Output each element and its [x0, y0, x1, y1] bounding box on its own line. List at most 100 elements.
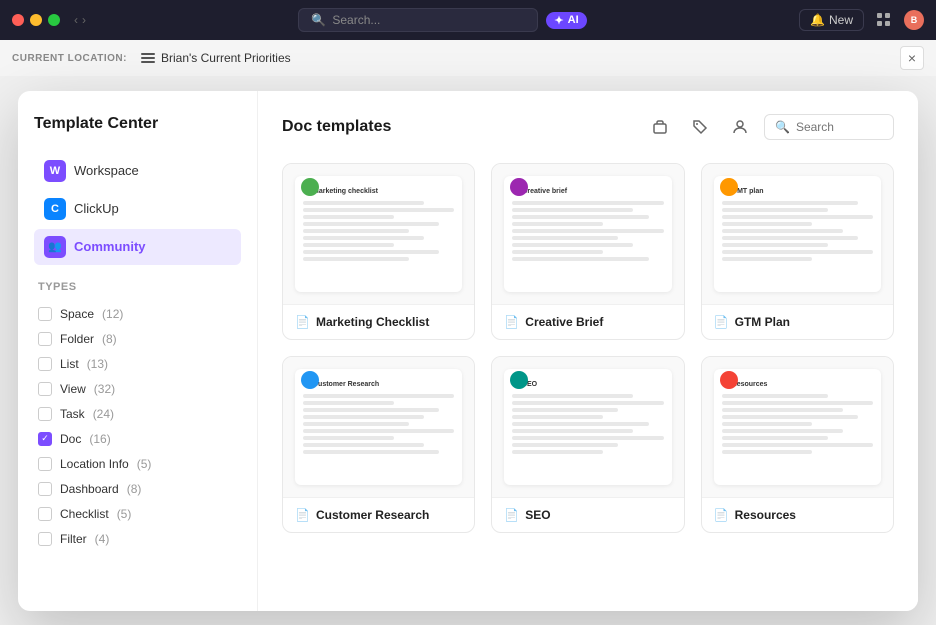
back-arrow[interactable]: ‹ — [74, 13, 78, 27]
type-checkbox-space[interactable] — [38, 307, 52, 321]
location-label: CURRENT LOCATION: — [12, 53, 127, 64]
type-checkbox-doc[interactable] — [38, 432, 52, 446]
location-close-button[interactable]: × — [900, 46, 924, 70]
forward-arrow[interactable]: › — [82, 13, 86, 27]
grid-menu-icon[interactable] — [874, 10, 894, 30]
template-center-modal: Template Center W Workspace C ClickUp 👥 … — [18, 91, 918, 611]
bell-icon: 🔔 — [810, 13, 825, 27]
maximize-window-button[interactable] — [48, 14, 60, 26]
close-window-button[interactable] — [12, 14, 24, 26]
template-footer-resources: 📄 Resources — [702, 497, 893, 532]
template-preview-inner: Marketing checklist — [295, 176, 462, 292]
clickup-icon: C — [44, 198, 66, 220]
doc-icon-4: 📄 — [295, 508, 310, 522]
type-count-task: (24) — [93, 407, 114, 421]
template-footer-creative-brief: 📄 Creative Brief — [492, 304, 683, 339]
template-card-creative-brief[interactable]: Creative brief — [491, 163, 684, 340]
template-card-customer-research[interactable]: Customer Research — [282, 356, 475, 533]
preview-avatar-blue — [301, 371, 319, 389]
type-item-doc[interactable]: Doc (16) — [34, 428, 241, 450]
type-item-folder[interactable]: Folder (8) — [34, 328, 241, 350]
template-preview-inner-3: GMT plan — [714, 176, 881, 292]
template-card-seo[interactable]: SEO — [491, 356, 684, 533]
template-preview-inner-2: Creative brief — [504, 176, 671, 292]
type-label-space: Space — [60, 307, 94, 321]
preview-avatar-red — [720, 371, 738, 389]
preview-avatar-purple — [510, 178, 528, 196]
community-icon: 👥 — [44, 236, 66, 258]
template-name-resources: Resources — [735, 508, 796, 522]
type-item-filter[interactable]: Filter (4) — [34, 528, 241, 550]
template-preview-seo: SEO — [492, 357, 683, 497]
type-checkbox-list[interactable] — [38, 357, 52, 371]
type-item-location[interactable]: Location Info (5) — [34, 453, 241, 475]
type-item-dashboard[interactable]: Dashboard (8) — [34, 478, 241, 500]
type-checkbox-filter[interactable] — [38, 532, 52, 546]
type-label-list: List — [60, 357, 79, 371]
ai-label: AI — [568, 14, 579, 26]
template-card-marketing-checklist[interactable]: Marketing checklist — [282, 163, 475, 340]
preview-avatar-teal — [510, 371, 528, 389]
template-search-wrapper[interactable]: 🔍 — [764, 114, 894, 140]
preview-avatar-green — [301, 178, 319, 196]
top-bar-center: 🔍 Search... ✦ AI — [298, 8, 586, 32]
template-preview-inner-5: SEO — [504, 369, 671, 485]
template-preview-inner-4: Customer Research — [295, 369, 462, 485]
type-item-space[interactable]: Space (12) — [34, 303, 241, 325]
type-count-filter: (4) — [95, 532, 110, 546]
person-icon[interactable] — [724, 111, 756, 143]
doc-icon-6: 📄 — [714, 508, 729, 522]
sidebar-item-clickup[interactable]: C ClickUp — [34, 191, 241, 227]
ai-icon: ✦ — [554, 14, 563, 27]
workspace-icon: W — [44, 160, 66, 182]
template-preview-marketing-checklist: Marketing checklist — [283, 164, 474, 304]
template-grid: Marketing checklist — [282, 163, 894, 533]
template-card-gtm-plan[interactable]: GMT plan — [701, 163, 894, 340]
type-count-checklist: (5) — [117, 507, 132, 521]
type-count-doc: (16) — [89, 432, 110, 446]
doc-icon-3: 📄 — [714, 315, 729, 329]
briefcase-icon[interactable] — [644, 111, 676, 143]
preview-avatar-orange — [720, 178, 738, 196]
workspace-label: Workspace — [74, 163, 139, 178]
template-preview-customer-research: Customer Research — [283, 357, 474, 497]
sidebar-item-workspace[interactable]: W Workspace — [34, 153, 241, 189]
template-preview-gtm-plan: GMT plan — [702, 164, 893, 304]
type-checkbox-view[interactable] — [38, 382, 52, 396]
template-footer-customer-research: 📄 Customer Research — [283, 497, 474, 532]
template-name-gtm-plan: GTM Plan — [735, 315, 790, 329]
type-checkbox-folder[interactable] — [38, 332, 52, 346]
minimize-window-button[interactable] — [30, 14, 42, 26]
template-preview-inner-6: Resources — [714, 369, 881, 485]
type-item-checklist[interactable]: Checklist (5) — [34, 503, 241, 525]
type-checkbox-location[interactable] — [38, 457, 52, 471]
template-name-customer-research: Customer Research — [316, 508, 429, 522]
template-preview-resources: Resources — [702, 357, 893, 497]
template-footer-seo: 📄 SEO — [492, 497, 683, 532]
type-count-view: (32) — [94, 382, 115, 396]
new-button[interactable]: 🔔 New — [799, 9, 864, 31]
search-icon: 🔍 — [775, 120, 790, 134]
top-bar: ‹ › 🔍 Search... ✦ AI 🔔 New B — [0, 0, 936, 40]
type-item-view[interactable]: View (32) — [34, 378, 241, 400]
content-title: Doc templates — [282, 118, 391, 136]
type-item-task[interactable]: Task (24) — [34, 403, 241, 425]
type-checkbox-task[interactable] — [38, 407, 52, 421]
user-avatar[interactable]: B — [904, 10, 924, 30]
type-checkbox-checklist[interactable] — [38, 507, 52, 521]
ai-badge[interactable]: ✦ AI — [546, 12, 586, 29]
template-card-resources[interactable]: Resources — [701, 356, 894, 533]
global-search-bar[interactable]: 🔍 Search... — [298, 8, 538, 32]
type-item-list[interactable]: List (13) — [34, 353, 241, 375]
type-count-location: (5) — [137, 457, 152, 471]
template-name-seo: SEO — [525, 508, 550, 522]
location-value-text: Brian's Current Priorities — [161, 51, 291, 65]
window-controls: ‹ › — [12, 13, 86, 27]
doc-icon: 📄 — [295, 315, 310, 329]
tag-icon[interactable] — [684, 111, 716, 143]
new-label: New — [829, 13, 853, 27]
template-search-input[interactable] — [796, 120, 886, 134]
global-search-placeholder: Search... — [332, 13, 380, 27]
type-checkbox-dashboard[interactable] — [38, 482, 52, 496]
sidebar-item-community[interactable]: 👥 Community — [34, 229, 241, 265]
